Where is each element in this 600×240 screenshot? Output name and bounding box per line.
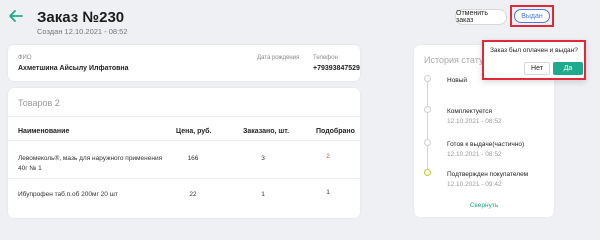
product-picked: 1 [326, 189, 330, 196]
timeline-line [427, 78, 428, 174]
status-date: 12.10.2021 - 08:52 [447, 118, 502, 125]
product-ordered: 1 [261, 191, 265, 198]
phone-label: Телефон [313, 55, 338, 61]
back-arrow-icon[interactable] [8, 8, 24, 24]
status-name: Комплектуется [447, 108, 493, 115]
timeline-dot [424, 75, 431, 82]
product-ordered: 3 [261, 155, 265, 162]
timeline-dot-current [424, 169, 431, 176]
page-title: Заказ №230 [37, 9, 125, 26]
timeline-dot [424, 139, 431, 146]
status-date: 12.10.2021 - 09:42 [447, 181, 502, 188]
divider [8, 178, 360, 179]
customer-card: ФИО Ахметшина Айсылу Илфатовна Дата рожд… [8, 45, 360, 81]
status-name: Готов к выдаче(частично) [447, 141, 525, 148]
cancel-order-button[interactable]: Отменить заказ [455, 9, 507, 25]
confirm-issued-popup: Заказ был оплачен и выдан? Нет Да [482, 40, 586, 80]
product-name-cont: 40г № 1 [18, 165, 42, 172]
timeline-dot [424, 106, 431, 113]
goods-count-title: Товаров 2 [18, 98, 60, 108]
status-name: Новый [447, 77, 468, 84]
popup-question: Заказ был оплачен и выдан? [490, 47, 578, 54]
column-header-name: Наименование [18, 128, 70, 135]
created-date: Создан 12.10.2021 - 08:52 [37, 27, 128, 36]
goods-card: Товаров 2 Наименование Цена, руб. Заказа… [8, 88, 360, 218]
divider [8, 116, 360, 117]
name-value: Ахметшина Айсылу Илфатовна [18, 65, 129, 72]
issued-button[interactable]: Выдан [514, 9, 550, 23]
name-label: ФИО [18, 55, 32, 61]
column-header-price: Цена, руб. [176, 128, 212, 135]
yes-button[interactable]: Да [553, 62, 583, 75]
divider [8, 140, 360, 141]
status-name: Подтвержден покупателем [447, 171, 529, 178]
column-header-ordered: Заказано, шт. [243, 128, 290, 135]
no-button[interactable]: Нет [524, 62, 550, 75]
product-name: Ибупрофен таб.п.об 200мг 20 шт [18, 191, 118, 198]
status-date: 12.10.2021 - 08:52 [447, 151, 502, 158]
column-header-picked: Подобрано [316, 128, 355, 135]
birth-date-label: Дата рождения [257, 55, 300, 61]
product-picked: 2 [326, 153, 330, 160]
product-name: Левомеколь®, мазь для наружного применен… [18, 155, 163, 162]
product-price: 166 [187, 155, 199, 162]
product-price: 22 [189, 191, 197, 198]
collapse-link[interactable]: Свернуть [414, 202, 554, 209]
phone-value: +79393847529 [313, 65, 360, 72]
